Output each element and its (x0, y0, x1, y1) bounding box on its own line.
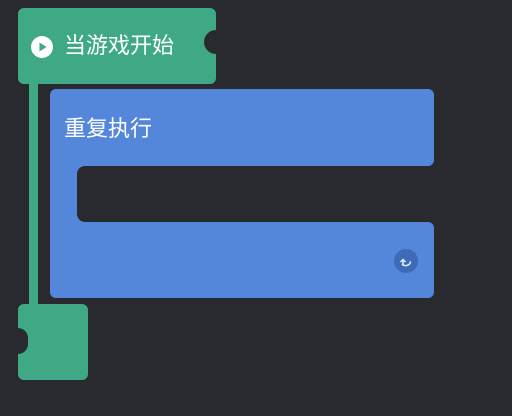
repeat-block-label: 重复执行 (64, 117, 153, 142)
hat-block-label: 当游戏开始 (64, 34, 175, 59)
block-stack (18, 8, 434, 380)
loop-arrow-icon (394, 249, 418, 273)
stack-end-cap (18, 304, 88, 380)
play-icon (31, 36, 53, 58)
stack-spine (29, 76, 38, 314)
workspace-canvas: 当游戏开始 重复执行 (0, 0, 512, 416)
